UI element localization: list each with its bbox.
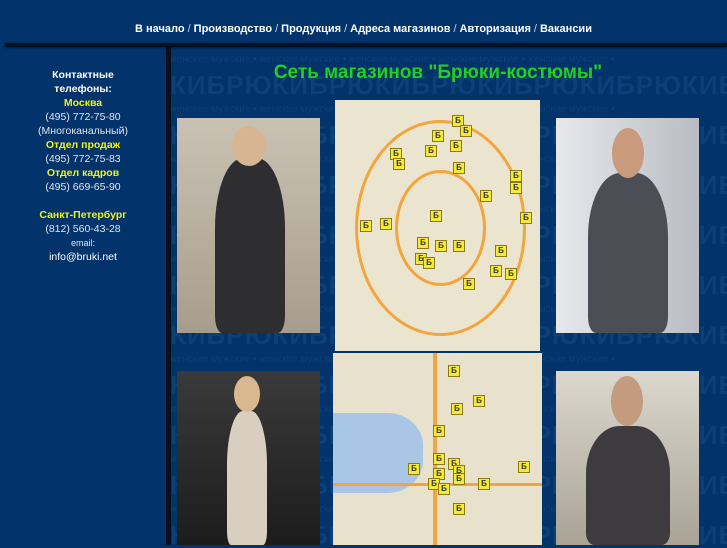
- store-marker[interactable]: Б: [510, 170, 522, 182]
- nav-separator: /: [187, 23, 191, 35]
- top-navigation: В начало / Производство / Продукция / Адреса м…: [0, 23, 727, 35]
- sidebar-divider: [166, 46, 171, 545]
- store-marker[interactable]: Б: [473, 395, 485, 407]
- email-label: email:: [70, 238, 95, 248]
- store-marker[interactable]: Б: [433, 425, 445, 437]
- store-marker[interactable]: Б: [425, 145, 437, 157]
- hr-label: Отдел кадров: [46, 167, 120, 179]
- store-marker[interactable]: Б: [433, 453, 445, 465]
- store-marker[interactable]: Б: [450, 140, 462, 152]
- store-marker[interactable]: Б: [518, 461, 530, 473]
- store-marker[interactable]: Б: [453, 503, 465, 515]
- store-marker[interactable]: Б: [460, 125, 472, 137]
- woman-suit-photo[interactable]: [177, 118, 320, 333]
- nav-production[interactable]: Производство: [194, 23, 272, 35]
- spb-map[interactable]: БББББББББББББББ: [333, 353, 542, 545]
- store-marker[interactable]: Б: [451, 403, 463, 415]
- nav-separator: /: [344, 23, 348, 35]
- nav-separator: /: [453, 23, 457, 35]
- spb-label: Санкт-Петербург: [39, 209, 127, 221]
- nav-login[interactable]: Авторизация: [460, 23, 531, 35]
- moscow-phone: (495) 772-75-80: [45, 111, 121, 123]
- moscow-note: (Многоканальный): [38, 125, 128, 137]
- spb-phone: (812) 560-43-28: [45, 223, 121, 235]
- store-marker[interactable]: Б: [495, 245, 507, 257]
- contacts-heading: Контактные: [52, 69, 114, 81]
- store-marker[interactable]: Б: [438, 483, 450, 495]
- email-link[interactable]: info@bruki.net: [49, 251, 117, 263]
- store-marker[interactable]: Б: [510, 182, 522, 194]
- contacts-heading-2: телефоны:: [54, 83, 112, 95]
- moscow-label: Москва: [63, 97, 103, 109]
- store-marker[interactable]: Б: [448, 365, 460, 377]
- store-marker[interactable]: Б: [463, 278, 475, 290]
- nav-separator: /: [533, 23, 537, 35]
- header-divider: [5, 43, 727, 46]
- store-marker[interactable]: Б: [453, 240, 465, 252]
- store-marker[interactable]: Б: [490, 265, 502, 277]
- page-title: Сеть магазинов "Брюки-костюмы": [273, 62, 603, 83]
- hr-phone: (495) 669-65-90: [45, 181, 121, 193]
- store-marker[interactable]: Б: [453, 473, 465, 485]
- store-marker[interactable]: Б: [430, 210, 442, 222]
- man-suit-photo[interactable]: [556, 118, 699, 333]
- store-marker[interactable]: Б: [478, 478, 490, 490]
- store-marker[interactable]: Б: [423, 257, 435, 269]
- store-marker[interactable]: Б: [380, 218, 392, 230]
- store-marker[interactable]: Б: [393, 158, 405, 170]
- sales-label: Отдел продаж: [45, 139, 121, 151]
- nav-vacancies[interactable]: Вакансии: [540, 23, 592, 35]
- sales-phone: (495) 772-75-83: [45, 153, 121, 165]
- store-marker[interactable]: Б: [435, 240, 447, 252]
- store-marker[interactable]: Б: [520, 212, 532, 224]
- store-marker[interactable]: Б: [480, 190, 492, 202]
- nav-store-addresses[interactable]: Адреса магазинов: [350, 23, 450, 35]
- older-man-suit-photo[interactable]: [556, 371, 699, 545]
- nav-products[interactable]: Продукция: [281, 23, 341, 35]
- store-marker[interactable]: Б: [505, 268, 517, 280]
- store-marker[interactable]: Б: [453, 162, 465, 174]
- store-marker[interactable]: Б: [408, 463, 420, 475]
- nav-home[interactable]: В начало: [135, 23, 185, 35]
- runway-model-photo[interactable]: [177, 371, 320, 545]
- nav-separator: /: [275, 23, 279, 35]
- store-marker[interactable]: Б: [417, 237, 429, 249]
- contacts-sidebar: Контактные телефоны: Москва (495) 772-75…: [0, 68, 166, 264]
- store-marker[interactable]: Б: [360, 220, 372, 232]
- moscow-map[interactable]: ББББББББББББББББББББББББ: [335, 100, 540, 351]
- store-marker[interactable]: Б: [432, 130, 444, 142]
